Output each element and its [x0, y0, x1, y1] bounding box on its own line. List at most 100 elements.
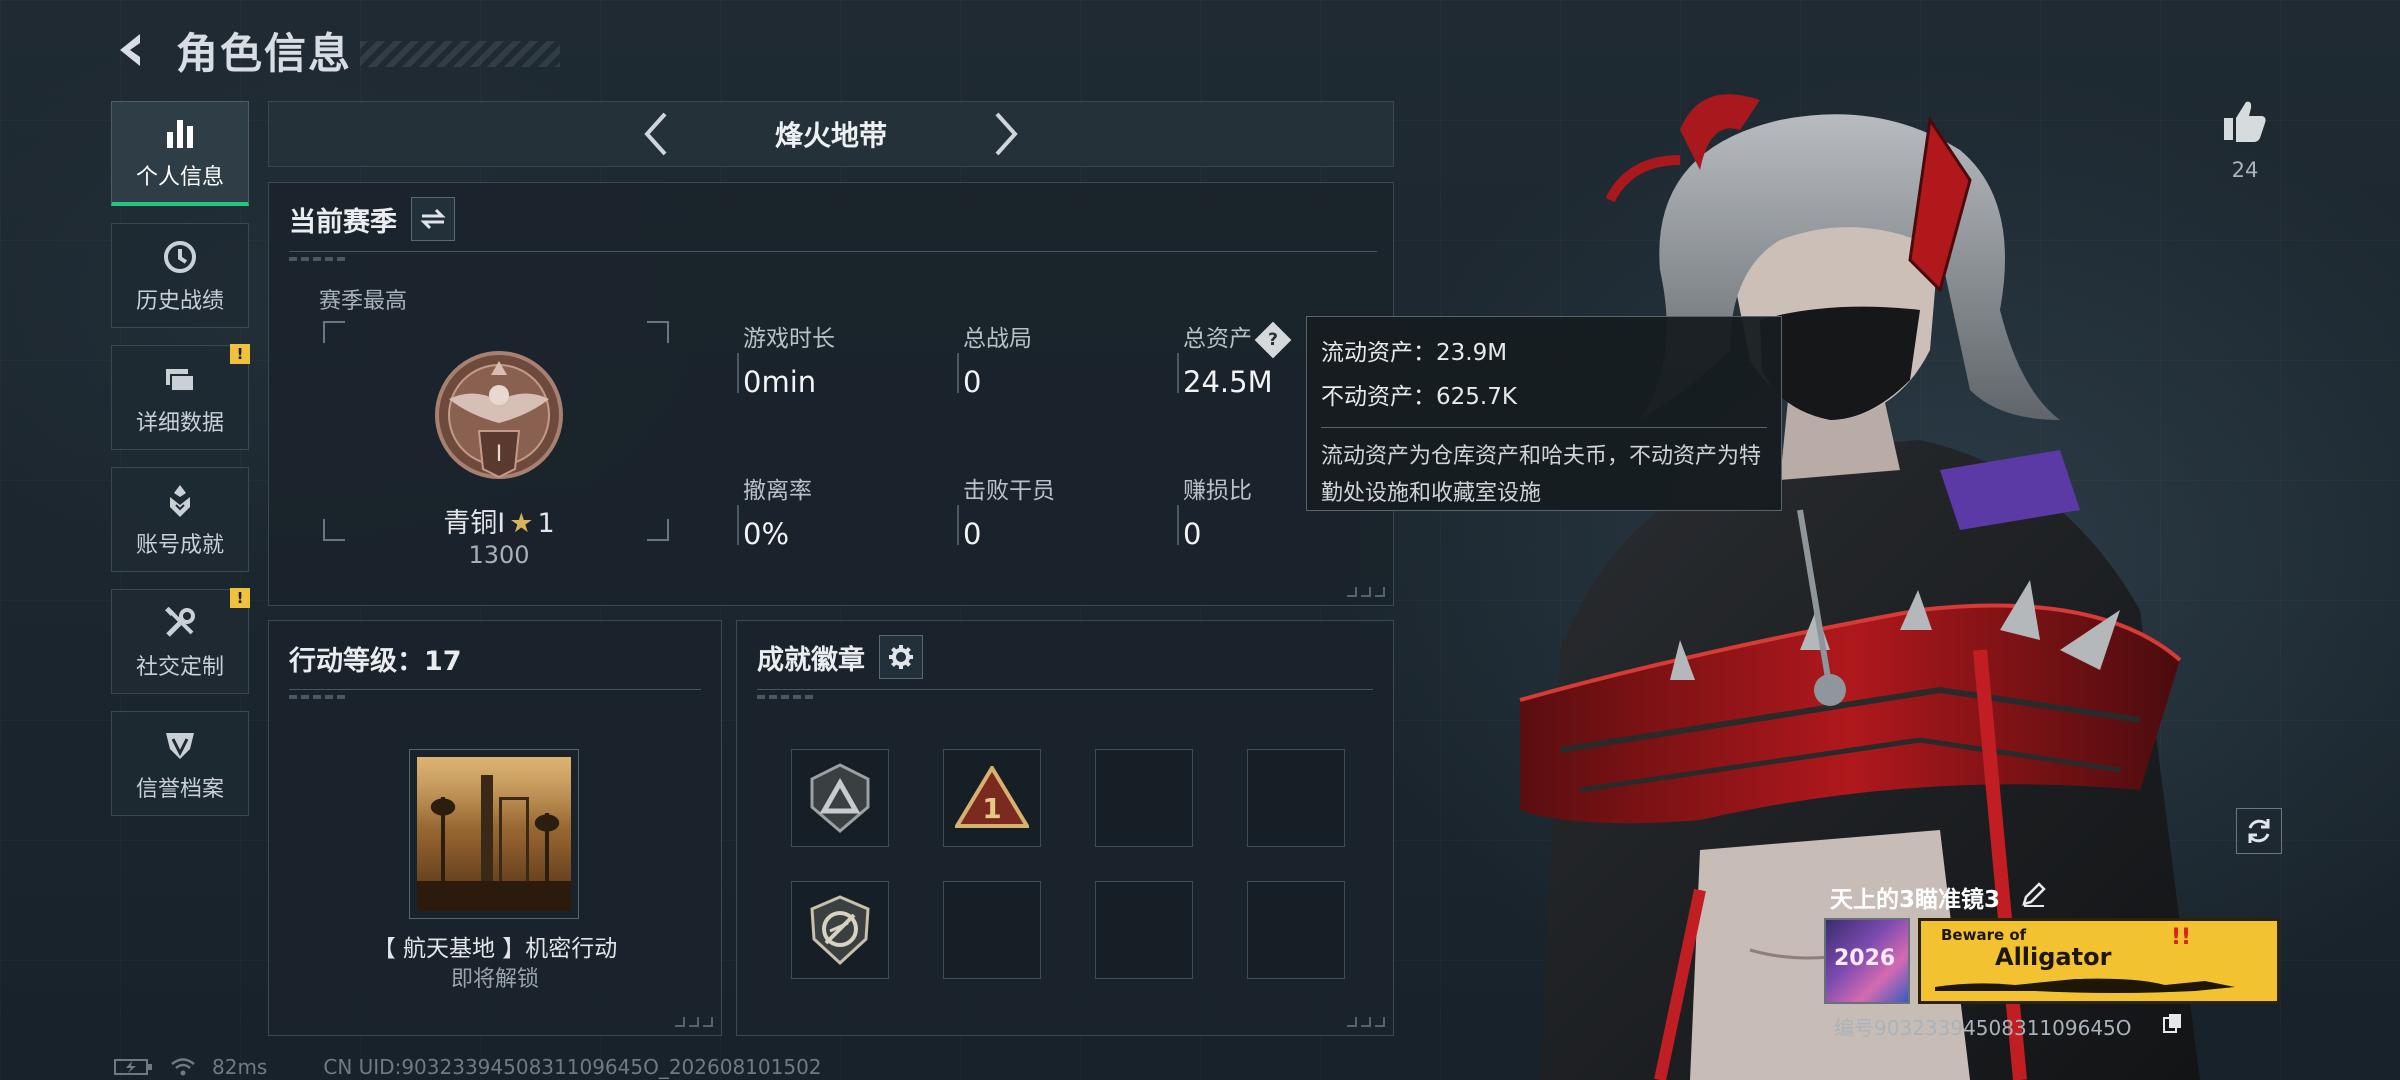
rank-tier: 青铜I — [443, 508, 506, 539]
stat-value: 0 — [1183, 517, 1202, 551]
chevron-left-icon — [644, 112, 667, 156]
nav-label: 信誉档案 — [135, 776, 224, 802]
mode-selector: 烽火地带 — [268, 101, 1394, 167]
side-nav: 个人信息 历史战绩 详细数据 ! 账号成就 社交定制 ! 信誉档案 — [111, 101, 250, 833]
badge-slot[interactable]: 1 — [943, 749, 1041, 847]
nav-item-credit-record[interactable]: 信誉档案 — [111, 711, 249, 816]
nameplate-main-text: Alligator — [1995, 943, 2112, 971]
nav-item-detailed-data[interactable]: 详细数据 ! — [111, 344, 250, 450]
nav-label: 个人信息 — [135, 165, 224, 190]
alert-badge: ! — [230, 344, 250, 364]
corner-decoration — [1347, 587, 1385, 597]
rank-score: 1300 — [468, 541, 530, 569]
badges-title: 成就徽章 — [757, 644, 865, 676]
liquid-assets-line: 流动资产：23.9M — [1321, 331, 1767, 375]
badge-slot-empty[interactable] — [1095, 881, 1193, 979]
divider — [1321, 427, 1767, 428]
level-panel: 行动等级：17 【 航天基地 】机密行动 即将解锁 — [268, 620, 722, 1036]
title-decoration — [360, 41, 561, 67]
fixed-assets-value: 625.7K — [1436, 384, 1517, 410]
no-weapon-badge-icon — [810, 895, 870, 965]
shield-icon — [160, 725, 200, 765]
corner-decoration — [675, 1017, 713, 1027]
stat-play-time: 游戏时长 0min — [737, 319, 943, 399]
nav-item-achievements[interactable]: 账号成就 — [111, 467, 249, 572]
user-uid: CN UID:9032339450831109645O_202608101502 — [323, 1055, 822, 1079]
status-bar: 82ms CN UID:9032339450831109645O_2026081… — [114, 1054, 822, 1080]
assets-description: 流动资产为仓库资产和哈夫币，不动资产为特勤处设施和收藏室设施 — [1321, 444, 1762, 506]
mission-name: 【 航天基地 】机密行动 — [372, 936, 618, 962]
prev-mode-button[interactable] — [631, 109, 681, 159]
nav-item-personal-info[interactable]: 个人信息 — [111, 101, 249, 206]
nav-item-match-history[interactable]: 历史战绩 — [111, 223, 249, 328]
season-panel: 当前赛季 赛季最高 I 青铜I ★ 1 1300 游戏时长 0min 总战局 0 总… — [268, 182, 1394, 606]
mode-label: 烽火地带 — [774, 119, 887, 152]
stat-total-matches: 总战局 0 — [957, 319, 1163, 399]
corner-decoration — [1347, 1017, 1385, 1027]
nav-label: 社交定制 — [135, 654, 224, 680]
assets-tooltip: 流动资产：23.9M 不动资产：625.7K 流动资产为仓库资产和哈夫币，不动资… — [1306, 316, 1782, 511]
level-title: 行动等级：17 — [289, 646, 462, 677]
avatar-text: 2026 — [1834, 946, 1896, 971]
ping-value: 82ms — [212, 1055, 268, 1079]
back-button[interactable] — [110, 28, 154, 72]
edit-name-icon[interactable] — [2020, 880, 2048, 908]
divider-mark — [757, 695, 817, 699]
alert-badge: ! — [230, 588, 250, 608]
nav-label: 详细数据 — [135, 410, 224, 436]
next-mode-button[interactable] — [981, 109, 1031, 159]
question-icon: ? — [1268, 329, 1278, 350]
stat-value: 0 — [963, 517, 982, 551]
mission-status: 即将解锁 — [450, 967, 539, 992]
nameplate-card[interactable]: Beware of Alligator !! — [1918, 918, 2280, 1004]
wifi-icon — [171, 1058, 195, 1076]
player-name: 天上的3瞄准镜3 — [1830, 887, 2001, 913]
stat-value: 0 — [963, 365, 982, 399]
nav-label: 账号成就 — [135, 532, 224, 558]
stat-value: 0% — [743, 517, 790, 551]
fixed-assets-line: 不动资产：625.7K — [1321, 375, 1767, 419]
badges-panel: 成就徽章 1 — [736, 620, 1394, 1036]
divider — [289, 689, 701, 690]
badge-slot[interactable] — [791, 749, 889, 847]
help-button[interactable]: ? — [1254, 321, 1292, 358]
rank-one-badge-icon: 1 — [955, 766, 1029, 828]
divider — [757, 689, 1373, 690]
warning-mark-icon: !! — [2171, 925, 2192, 950]
bar-chart-icon — [160, 113, 200, 153]
battery-charging-icon — [114, 1059, 152, 1075]
rank-name: 青铜I ★ 1 — [429, 501, 569, 540]
divider — [289, 251, 1377, 252]
mission-image — [417, 757, 571, 911]
rotate-model-button[interactable] — [2236, 808, 2282, 854]
rank-stars: 1 — [537, 508, 555, 539]
badge-slot-empty[interactable] — [1095, 749, 1193, 847]
switch-season-button[interactable] — [411, 197, 455, 241]
badge-settings-button[interactable] — [879, 635, 923, 679]
triangle-shield-badge-icon — [810, 763, 870, 833]
season-title: 当前赛季 — [289, 206, 397, 238]
thumbs-up-icon[interactable] — [2220, 96, 2270, 146]
liquid-assets-label: 流动资产： — [1321, 340, 1436, 366]
avatar[interactable]: 2026 — [1824, 918, 1910, 1004]
back-arrow-icon — [120, 34, 140, 66]
stat-extraction-rate: 撤离率 0% — [737, 471, 943, 551]
alligator-icon — [1935, 974, 2235, 993]
badge-slot-empty[interactable] — [1247, 881, 1345, 979]
svg-text:I: I — [496, 442, 503, 467]
mission-thumbnail[interactable] — [409, 749, 579, 919]
star-icon: ★ — [509, 508, 534, 539]
badge-slot-empty[interactable] — [1247, 749, 1345, 847]
badge-slot-empty[interactable] — [943, 881, 1041, 979]
divider-mark — [289, 257, 349, 261]
copy-icon[interactable] — [2162, 1012, 2184, 1034]
badge-slot[interactable] — [791, 881, 889, 979]
chevron-right-icon — [995, 112, 1018, 156]
badges-panel-header: 成就徽章 — [757, 635, 923, 679]
player-id: 编号9032339450831109645O — [1834, 1016, 2132, 1040]
nav-item-social-custom[interactable]: 社交定制 ! — [111, 588, 250, 694]
achievement-icon — [160, 481, 200, 521]
stat-label: 游戏时长 — [743, 326, 835, 352]
stat-label: 击败干员 — [963, 478, 1055, 504]
like-count: 24 — [2231, 158, 2259, 182]
